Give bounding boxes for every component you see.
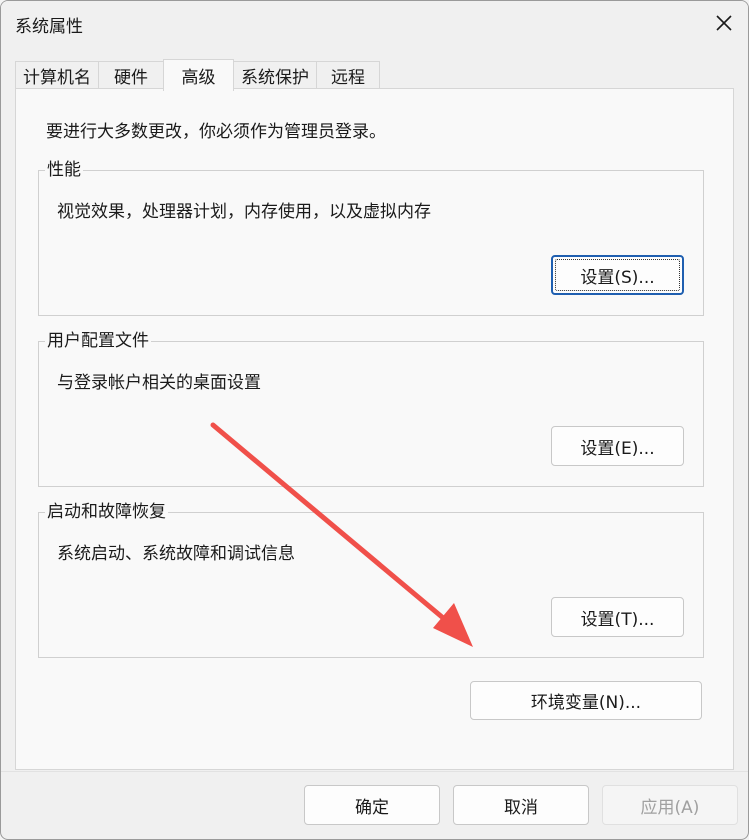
apply-button[interactable]: 应用(A)	[602, 785, 738, 825]
tab-label: 系统保护	[241, 68, 309, 88]
close-icon	[716, 15, 732, 31]
user-profiles-group: 用户配置文件 与登录帐户相关的桌面设置 设置(E)...	[38, 331, 704, 487]
startup-recovery-group: 启动和故障恢复 系统启动、系统故障和调试信息 设置(T)...	[38, 502, 704, 658]
close-button[interactable]	[708, 7, 740, 39]
button-label: 应用(A)	[640, 797, 700, 818]
user-profiles-settings-button[interactable]: 设置(E)...	[551, 426, 684, 466]
tab-hardware[interactable]: 硬件	[98, 61, 164, 89]
button-label: 取消	[504, 797, 538, 818]
tab-computer-name[interactable]: 计算机名	[15, 61, 99, 89]
button-label: 设置(E)...	[580, 438, 655, 459]
performance-group: 性能 视觉效果，处理器计划，内存使用，以及虚拟内存 设置(S)...	[38, 160, 704, 316]
title-bar: 系统属性	[1, 1, 748, 45]
tab-system-protection[interactable]: 系统保护	[233, 61, 317, 89]
cancel-button[interactable]: 取消	[453, 785, 589, 825]
group-title-startup-recovery: 启动和故障恢复	[45, 502, 168, 522]
advanced-tab-panel: 要进行大多数更改，你必须作为管理员登录。 性能 视觉效果，处理器计划，内存使用，…	[15, 88, 734, 770]
performance-settings-button[interactable]: 设置(S)...	[551, 255, 684, 295]
group-description-startup-recovery: 系统启动、系统故障和调试信息	[57, 544, 295, 564]
startup-recovery-settings-button[interactable]: 设置(T)...	[551, 597, 684, 637]
tab-label: 远程	[331, 68, 365, 88]
group-description-user-profiles: 与登录帐户相关的桌面设置	[57, 373, 261, 393]
ok-button[interactable]: 确定	[304, 785, 440, 825]
tab-label: 硬件	[114, 68, 148, 88]
environment-variables-button[interactable]: 环境变量(N)...	[470, 681, 702, 720]
tab-label: 计算机名	[23, 68, 91, 88]
footer-divider	[1, 771, 748, 772]
button-label: 设置(S)...	[580, 267, 655, 288]
group-description-performance: 视觉效果，处理器计划，内存使用，以及虚拟内存	[57, 202, 431, 222]
tab-advanced[interactable]: 高级	[163, 59, 234, 91]
group-title-user-profiles: 用户配置文件	[45, 331, 151, 351]
window-title: 系统属性	[15, 17, 83, 37]
tab-remote[interactable]: 远程	[316, 61, 380, 89]
button-label: 设置(T)...	[580, 609, 655, 630]
group-title-performance: 性能	[45, 160, 83, 180]
button-label: 环境变量(N)...	[530, 693, 642, 713]
admin-notice: 要进行大多数更改，你必须作为管理员登录。	[46, 122, 386, 142]
button-label: 确定	[355, 797, 389, 818]
system-properties-dialog: 系统属性 计算机名 硬件 高级 系统保护 远程 要进行大多数更改，你必须作为管理…	[0, 0, 749, 840]
tab-label: 高级	[181, 68, 216, 88]
